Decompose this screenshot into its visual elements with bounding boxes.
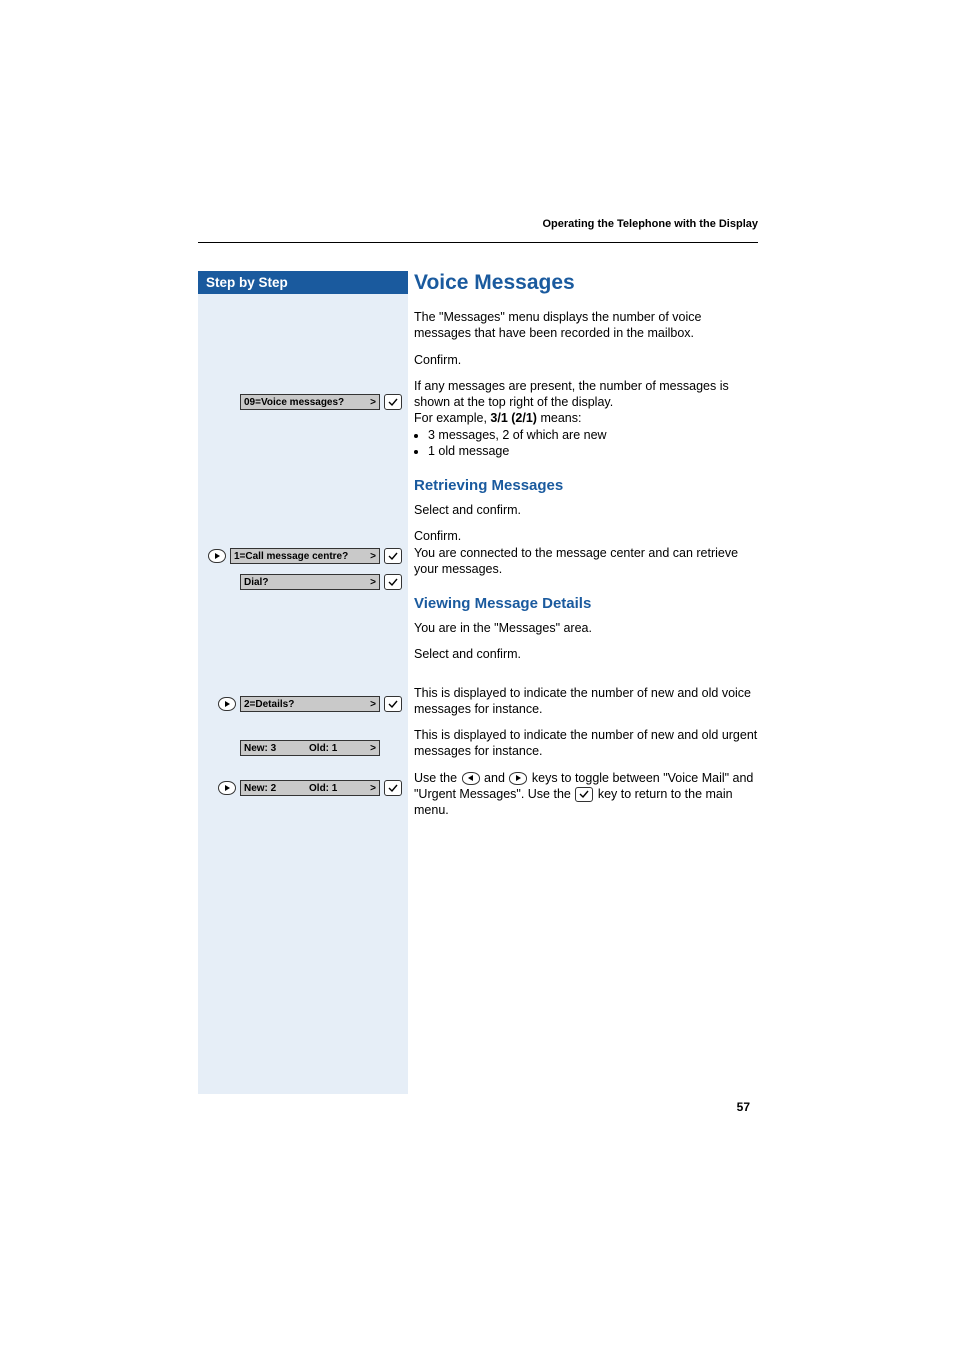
display-text: 09=Voice messages?: [244, 397, 344, 408]
display-arrow: >: [370, 783, 376, 794]
display-dial: Dial? >: [240, 574, 380, 590]
para-intro: The "Messages" menu displays the number …: [414, 309, 758, 342]
text-example-bold: 3/1 (2/1): [490, 411, 537, 425]
page-number: 57: [737, 1100, 750, 1114]
left-key-icon: [462, 772, 480, 785]
sidebar-body: 09=Voice messages? > 1=Call message cent…: [198, 294, 408, 1094]
heading-retrieving: Retrieving Messages: [414, 477, 758, 494]
text-example-prefix: For example,: [414, 411, 490, 425]
step-by-step-sidebar: Step by Step 09=Voice messages? >: [198, 271, 408, 1094]
sidebar-title: Step by Step: [198, 271, 408, 294]
text-and: and: [484, 771, 508, 785]
play-key-icon: [218, 781, 236, 795]
display-text: 2=Details?: [244, 699, 294, 710]
display-arrow: >: [370, 577, 376, 588]
step-details: 2=Details? >: [204, 694, 402, 714]
ok-key-icon: [575, 787, 593, 802]
display-left: New: 3: [244, 743, 276, 754]
play-key-icon: [208, 549, 226, 563]
para-messages-present: If any messages are present, the number …: [414, 378, 758, 427]
display-arrow: >: [370, 551, 376, 562]
text-example-suffix: means:: [537, 411, 581, 425]
bullet-1: 3 messages, 2 of which are new: [428, 427, 758, 443]
header-rule: [198, 242, 758, 243]
para-new-old-urgent: This is displayed to indicate the number…: [414, 727, 758, 760]
running-head: Operating the Telephone with the Display: [198, 218, 758, 234]
bullet-list: 3 messages, 2 of which are new 1 old mes…: [428, 427, 758, 460]
display-arrow: >: [370, 743, 376, 754]
heading-viewing-details: Viewing Message Details: [414, 595, 758, 612]
display-mid: Old: 1: [309, 783, 337, 794]
display-details: 2=Details? >: [240, 696, 380, 712]
ok-key-icon: [384, 780, 402, 796]
step-dial: Dial? >: [204, 572, 402, 592]
step-call-message-centre: 1=Call message centre? >: [204, 546, 402, 566]
page-content: Operating the Telephone with the Display…: [198, 218, 758, 1094]
two-column-layout: Step by Step 09=Voice messages? >: [198, 271, 758, 1094]
step-voice-messages: 09=Voice messages? >: [204, 392, 402, 412]
para-in-messages-area: You are in the "Messages" area.: [414, 620, 758, 636]
para-new-old-voice: This is displayed to indicate the number…: [414, 685, 758, 718]
ok-key-icon: [384, 574, 402, 590]
para-select-confirm-2: Select and confirm.: [414, 646, 758, 662]
step-new3-old1: New: 3 Old: 1 >: [204, 738, 402, 758]
display-text: 1=Call message centre?: [234, 551, 348, 562]
display-call-message-centre: 1=Call message centre? >: [230, 548, 380, 564]
ok-key-icon: [384, 548, 402, 564]
para-toggle-keys: Use the and keys to toggle between "Voic…: [414, 770, 758, 819]
text-line-1: If any messages are present, the number …: [414, 379, 729, 409]
right-key-icon: [509, 772, 527, 785]
ok-key-icon: [384, 394, 402, 410]
para-confirm-connected: Confirm. You are connected to the messag…: [414, 528, 758, 577]
display-new2-old1: New: 2 Old: 1 >: [240, 780, 380, 796]
para-confirm-1: Confirm.: [414, 352, 758, 368]
text-use-the: Use the: [414, 771, 461, 785]
display-arrow: >: [370, 699, 376, 710]
display-voice-messages: 09=Voice messages? >: [240, 394, 380, 410]
text-confirm: Confirm.: [414, 529, 461, 543]
ok-key-icon: [384, 696, 402, 712]
display-new3-old1: New: 3 Old: 1 >: [240, 740, 380, 756]
bullet-2: 1 old message: [428, 443, 758, 459]
text-connected: You are connected to the message center …: [414, 546, 738, 576]
display-left: New: 2: [244, 783, 276, 794]
step-new2-old1: New: 2 Old: 1 >: [204, 778, 402, 798]
heading-voice-messages: Voice Messages: [414, 271, 758, 295]
play-key-icon: [218, 697, 236, 711]
para-select-confirm-1: Select and confirm.: [414, 502, 758, 518]
display-mid: Old: 1: [309, 743, 337, 754]
display-text: Dial?: [244, 577, 268, 588]
main-content: Voice Messages The "Messages" menu displ…: [408, 271, 758, 1094]
display-arrow: >: [370, 397, 376, 408]
